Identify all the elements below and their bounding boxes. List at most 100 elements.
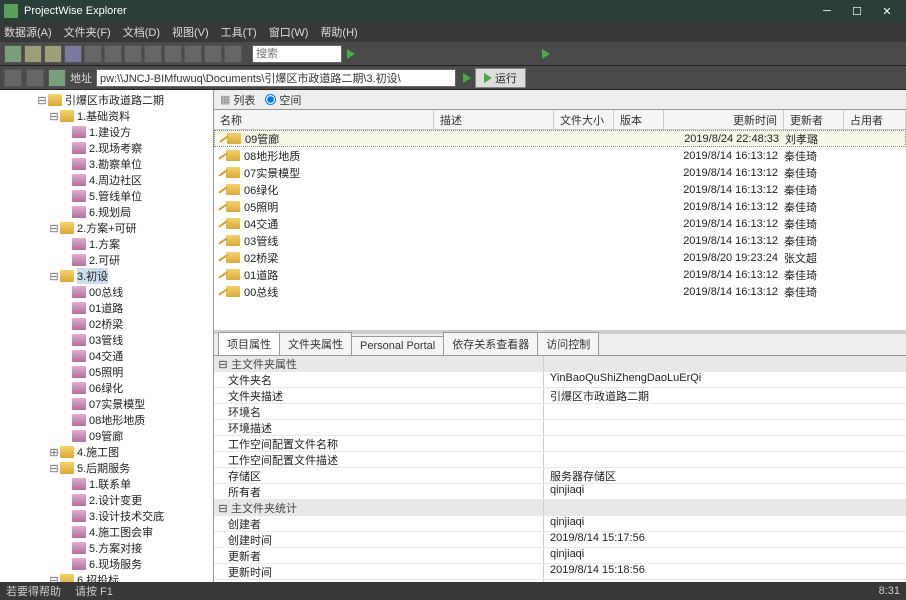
nav-fwd-button[interactable] xyxy=(26,69,44,87)
menu-item[interactable]: 视图(V) xyxy=(172,24,209,40)
expand-icon[interactable]: ⊟ xyxy=(48,270,60,283)
tool-btn[interactable] xyxy=(144,45,162,63)
list-row[interactable]: 07实景模型2019/8/14 16:13:12秦佳琦 xyxy=(214,164,906,181)
tree-node[interactable]: 03管线 xyxy=(0,332,213,348)
prop-row[interactable]: 存储区服务器存储区 xyxy=(214,468,906,484)
prop-row[interactable]: 创建时间2019/8/14 15:17:56 xyxy=(214,532,906,548)
tree-node[interactable]: 4.周边社区 xyxy=(0,172,213,188)
tree-node[interactable]: 6.规划局 xyxy=(0,204,213,220)
tree-node[interactable]: 07实景模型 xyxy=(0,396,213,412)
list-row[interactable]: 01道路2019/8/14 16:13:12秦佳琦 xyxy=(214,266,906,283)
prop-row[interactable]: 环境名 xyxy=(214,404,906,420)
expand-icon[interactable]: ⊞ xyxy=(48,446,60,459)
menu-item[interactable]: 帮助(H) xyxy=(320,24,357,40)
tool-btn[interactable] xyxy=(44,45,62,63)
tool-btn[interactable] xyxy=(124,45,142,63)
go-icon[interactable] xyxy=(463,73,471,83)
address-input[interactable] xyxy=(96,69,456,87)
prop-row[interactable]: 工作空间配置文件名称 xyxy=(214,436,906,452)
nav-back-button[interactable] xyxy=(4,69,22,87)
minimize-button[interactable]: ─ xyxy=(812,0,842,22)
list-row[interactable]: 05照明2019/8/14 16:13:12秦佳琦 xyxy=(214,198,906,215)
prop-tab[interactable]: 文件夹属性 xyxy=(279,332,352,355)
tree-node[interactable]: 09管廊 xyxy=(0,428,213,444)
prop-row[interactable]: 所有者qinjiaqi xyxy=(214,484,906,500)
nav-up-button[interactable] xyxy=(48,69,66,87)
tree-node[interactable]: ⊟1.基础资料 xyxy=(0,108,213,124)
prop-row[interactable]: 工作空间配置文件描述 xyxy=(214,452,906,468)
tree-node[interactable]: 02桥梁 xyxy=(0,316,213,332)
prop-tab[interactable]: 访问控制 xyxy=(537,332,599,355)
col-size[interactable]: 文件大小 xyxy=(554,110,614,129)
tree-node[interactable]: 06绿化 xyxy=(0,380,213,396)
expand-icon[interactable]: ⊟ xyxy=(48,110,60,123)
menu-item[interactable]: 窗口(W) xyxy=(269,24,309,40)
tool-btn[interactable] xyxy=(164,45,182,63)
menu-item[interactable]: 文档(D) xyxy=(123,24,160,40)
tool-btn[interactable] xyxy=(64,45,82,63)
run-button[interactable]: 运行 xyxy=(475,68,526,88)
prop-tab[interactable]: Personal Portal xyxy=(351,336,444,355)
property-grid[interactable]: ⊟ 主文件夹属性文件夹名YinBaoQuShiZhengDaoLuErQi文件夹… xyxy=(214,356,906,582)
prop-group[interactable]: ⊟ 主文件夹属性 xyxy=(214,356,906,372)
tree-node[interactable]: ⊟6.招投标 xyxy=(0,572,213,582)
expand-icon[interactable]: ⊟ xyxy=(48,462,60,475)
expand-icon[interactable]: ⊟ xyxy=(48,574,60,583)
tree-node[interactable]: 1.方案 xyxy=(0,236,213,252)
col-upd[interactable]: 更新时间 xyxy=(664,110,784,129)
tree-node[interactable]: 01道路 xyxy=(0,300,213,316)
list-row[interactable]: 06绿化2019/8/14 16:13:12秦佳琦 xyxy=(214,181,906,198)
tree-node[interactable]: ⊟5.后期服务 xyxy=(0,460,213,476)
expand-icon[interactable]: ⊟ xyxy=(36,94,48,107)
tool-btn[interactable] xyxy=(4,45,22,63)
tree-node[interactable]: 3.设计技术交底 xyxy=(0,508,213,524)
list-row[interactable]: 00总线2019/8/14 16:13:12秦佳琦 xyxy=(214,283,906,300)
prop-row[interactable]: 更新者qinjiaqi xyxy=(214,548,906,564)
col-occ[interactable]: 占用者 xyxy=(844,110,906,129)
search-go-icon[interactable] xyxy=(347,49,355,59)
prop-row[interactable]: 文件夹描述引爆区市政道路二期 xyxy=(214,388,906,404)
tool-btn[interactable] xyxy=(104,45,122,63)
tool-btn[interactable] xyxy=(224,45,242,63)
list-body[interactable]: 09管廊2019/8/24 22:48:33刘孝璐08地形地质2019/8/14… xyxy=(214,130,906,330)
col-name[interactable]: 名称 xyxy=(214,110,434,129)
col-desc[interactable]: 描述 xyxy=(434,110,554,129)
tab-space[interactable]: 空间 xyxy=(265,92,301,108)
tree-node[interactable]: 08地形地质 xyxy=(0,412,213,428)
tree-node[interactable]: 1.联系单 xyxy=(0,476,213,492)
prop-tab[interactable]: 项目属性 xyxy=(218,332,280,355)
prop-row[interactable]: 创建者qinjiaqi xyxy=(214,516,906,532)
tree-node[interactable]: 2.现场考察 xyxy=(0,140,213,156)
tool-btn[interactable] xyxy=(204,45,222,63)
tree-node[interactable]: 05照明 xyxy=(0,364,213,380)
prop-row[interactable]: 文件夹名YinBaoQuShiZhengDaoLuErQi xyxy=(214,372,906,388)
list-row[interactable]: 08地形地质2019/8/14 16:13:12秦佳琦 xyxy=(214,147,906,164)
tree-node[interactable]: 4.施工图会审 xyxy=(0,524,213,540)
list-row[interactable]: 09管廊2019/8/24 22:48:33刘孝璐 xyxy=(214,130,906,147)
col-ver[interactable]: 版本 xyxy=(614,110,664,129)
tool-btn[interactable] xyxy=(84,45,102,63)
prop-group[interactable]: ⊟ 主文件夹统计 xyxy=(214,500,906,516)
maximize-button[interactable]: ☐ xyxy=(842,0,872,22)
tool-btn[interactable] xyxy=(184,45,202,63)
tree-node[interactable]: 2.设计变更 xyxy=(0,492,213,508)
tree-node[interactable]: ⊟3.初设 xyxy=(0,268,213,284)
prop-row[interactable]: 环境描述 xyxy=(214,420,906,436)
list-row[interactable]: 04交通2019/8/14 16:13:12秦佳琦 xyxy=(214,215,906,232)
close-button[interactable]: ✕ xyxy=(872,0,902,22)
list-row[interactable]: 03管线2019/8/14 16:13:12秦佳琦 xyxy=(214,232,906,249)
menu-item[interactable]: 数据源(A) xyxy=(4,24,52,40)
tree-node[interactable]: 5.方案对接 xyxy=(0,540,213,556)
prop-row[interactable]: 更新时间2019/8/14 15:18:56 xyxy=(214,564,906,580)
tree-node[interactable]: 6.现场服务 xyxy=(0,556,213,572)
menu-item[interactable]: 文件夹(F) xyxy=(64,24,111,40)
list-row[interactable]: 02桥梁2019/8/20 19:23:24张文超 xyxy=(214,249,906,266)
tool-btn[interactable] xyxy=(24,45,42,63)
col-updby[interactable]: 更新者 xyxy=(784,110,844,129)
tree-node[interactable]: ⊟引爆区市政道路二期 xyxy=(0,92,213,108)
tree-node[interactable]: ⊟2.方案+可研 xyxy=(0,220,213,236)
tree-node[interactable]: 2.可研 xyxy=(0,252,213,268)
tree-node[interactable]: 1.建设方 xyxy=(0,124,213,140)
tree-node[interactable]: 04交通 xyxy=(0,348,213,364)
tree-node[interactable]: ⊞4.施工图 xyxy=(0,444,213,460)
